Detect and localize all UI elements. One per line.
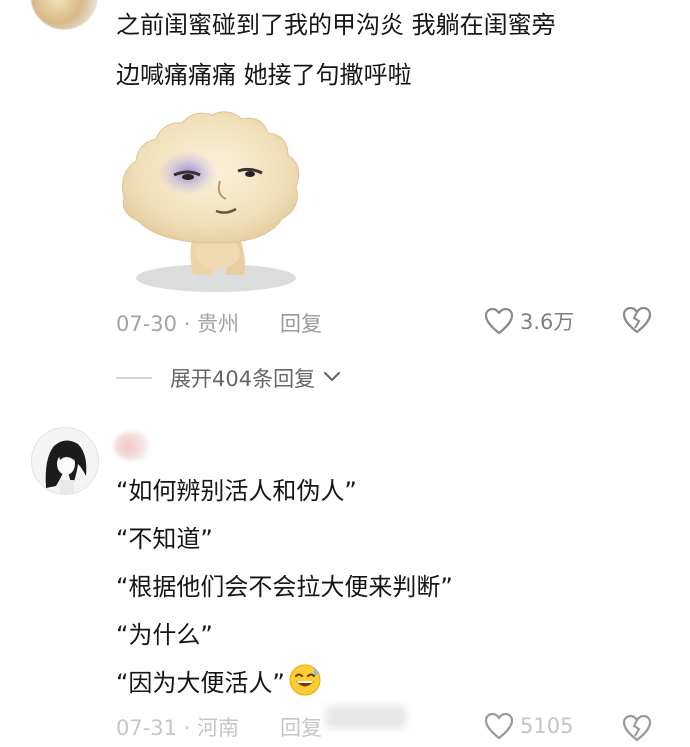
avatar[interactable]	[31, 427, 99, 495]
comment-line: “不知道”	[116, 525, 213, 553]
like-count: 5105	[520, 714, 574, 738]
like-count: 3.6万	[520, 310, 575, 334]
comment-text: 之前闺蜜碰到了我的甲沟炎 我躺在闺蜜旁 边喊痛痛痛 她接了句撒呼啦	[116, 0, 556, 100]
expand-replies-label: 展开404条回复	[170, 367, 316, 391]
comment-line-with-emoji: “因为大便活人”	[116, 658, 453, 706]
divider-line	[116, 377, 152, 379]
dumpling-sticker-icon	[116, 103, 306, 293]
chevron-down-icon	[323, 371, 341, 382]
reply-button[interactable]: 回复	[280, 308, 322, 338]
like-button[interactable]: 3.6万	[484, 306, 574, 336]
expand-replies-button[interactable]: 展开404条回复	[116, 362, 341, 394]
username-blurred	[114, 432, 150, 460]
comment-line: 之前闺蜜碰到了我的甲沟炎 我躺在闺蜜旁	[116, 11, 556, 39]
comment-date-location: 07-31 · 河南	[116, 716, 240, 740]
reply-button[interactable]: 回复	[280, 712, 322, 742]
like-button[interactable]: 5105	[484, 712, 573, 740]
heart-outline-icon	[484, 307, 514, 335]
comment-date-location: 07-30 · 贵州	[116, 312, 240, 336]
comment-line: “为什么”	[116, 621, 213, 649]
comment-line: “因为大便活人”	[116, 669, 285, 697]
dumpling-sticker-image[interactable]	[116, 103, 306, 293]
comment-text: “如何辨别活人和伪人” “不知道” “根据他们会不会拉大便来判断” “为什么” …	[116, 466, 453, 706]
anime-avatar-icon	[32, 428, 98, 494]
avatar[interactable]	[30, 0, 98, 30]
comment-line: “如何辨别活人和伪人”	[116, 477, 357, 505]
dislike-button[interactable]	[622, 714, 652, 747]
comment-meta-row: 07-30 · 贵州 回复 3.6万	[116, 306, 656, 340]
broken-heart-icon	[622, 306, 652, 334]
comment-line: 边喊痛痛痛 她接了句撒呼啦	[116, 61, 412, 89]
comment-meta-row: 07-31 · 河南 回复 5105	[116, 706, 656, 742]
watermark-blur	[326, 706, 406, 728]
grinning-sweat-emoji-icon	[289, 664, 321, 696]
dislike-button[interactable]	[622, 306, 652, 339]
broken-heart-icon	[622, 714, 652, 742]
comment-line: “根据他们会不会拉大便来判断”	[116, 573, 453, 601]
heart-outline-icon	[484, 712, 514, 740]
